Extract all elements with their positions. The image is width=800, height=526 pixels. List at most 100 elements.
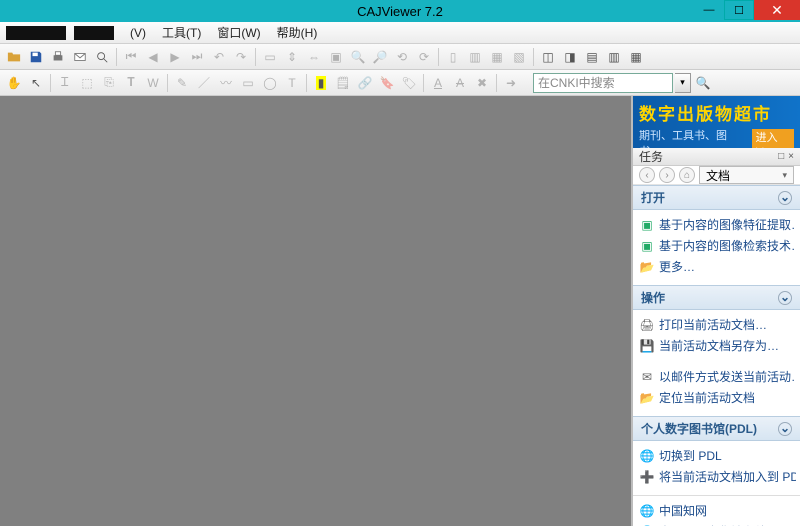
open-icon[interactable] [4, 47, 24, 67]
ops-saveas[interactable]: 💾当前活动文档另存为… [637, 335, 796, 356]
hand-icon[interactable]: ✋ [4, 73, 24, 93]
fit-page-icon[interactable]: ▣ [326, 47, 346, 67]
snapshot-icon[interactable]: ⬚ [77, 73, 97, 93]
curve-icon[interactable]: 〰 [216, 73, 236, 93]
ops-saveas-label: 当前活动文档另存为… [659, 337, 779, 354]
text-annot-icon[interactable]: T [282, 73, 302, 93]
rect-icon[interactable]: ▭ [238, 73, 258, 93]
zoom-out-icon[interactable]: 🔎 [370, 47, 390, 67]
separator [423, 74, 424, 92]
highlight-icon[interactable]: ▮ [311, 73, 331, 93]
footer-link-0[interactable]: 🌐中国知网 [637, 500, 796, 521]
text-select-icon[interactable]: Ꮖ [55, 73, 75, 93]
search-doc-icon[interactable] [92, 47, 112, 67]
menu-tools[interactable]: 工具(T) [154, 24, 209, 41]
panel-4-icon[interactable]: ▥ [604, 47, 624, 67]
panel-2-icon[interactable]: ◨ [560, 47, 580, 67]
stamp-icon[interactable]: 🏷 [399, 73, 419, 93]
copy-icon[interactable]: ⎘ [99, 73, 119, 93]
save-icon[interactable] [26, 47, 46, 67]
main-area: 数字出版物超市 期刊、工具书、图书… 进入>> 任务 □ × ‹ › ⌂ 文档 … [0, 96, 800, 526]
layout-facing-icon[interactable]: ▦ [487, 47, 507, 67]
search-go-icon[interactable]: 🔍 [693, 73, 713, 93]
folder-icon: 📂 [639, 390, 655, 406]
section-open-body: ▣基于内容的图像特征提取… ▣基于内容的图像检索技术… 📂更多… [633, 210, 800, 285]
pencil-icon[interactable]: ✎ [172, 73, 192, 93]
rotate-right-icon[interactable]: ⟳ [414, 47, 434, 67]
ops-mail-label: 以邮件方式发送当前活动… [659, 368, 796, 385]
print-icon[interactable] [48, 47, 68, 67]
search-dropdown[interactable]: ▾ [675, 73, 691, 93]
fit-width-icon[interactable]: ⇔ [304, 47, 324, 67]
open-item-1[interactable]: ▣基于内容的图像检索技术… [637, 235, 796, 256]
pdl-add[interactable]: ➕将当前活动文档加入到 PDL [637, 466, 796, 487]
rotate-left-icon[interactable]: ⟲ [392, 47, 412, 67]
zoom-in-icon[interactable]: 🔍 [348, 47, 368, 67]
panel-3-icon[interactable]: ▤ [582, 47, 602, 67]
nav-dropdown[interactable]: 文档 [699, 166, 794, 184]
nav-fwd-icon[interactable]: ↷ [231, 47, 251, 67]
ocr-icon[interactable]: 𝐓 [121, 73, 141, 93]
send-word-icon[interactable]: W [143, 73, 163, 93]
ellipse-icon[interactable]: ◯ [260, 73, 280, 93]
separator [50, 74, 51, 92]
strike-icon[interactable]: A [450, 73, 470, 93]
note-icon[interactable]: 🗒 [333, 73, 353, 93]
first-page-icon[interactable]: ⏮ [121, 47, 141, 67]
goto-icon[interactable]: ➜ [501, 73, 521, 93]
close-button[interactable]: ✕ [754, 0, 800, 20]
open-item-0[interactable]: ▣基于内容的图像特征提取… [637, 214, 796, 235]
underline-icon[interactable]: A [428, 73, 448, 93]
ops-print[interactable]: 🖨打印当前活动文档… [637, 314, 796, 335]
ops-locate[interactable]: 📂定位当前活动文档 [637, 387, 796, 408]
section-open-header[interactable]: 打开 [633, 185, 800, 210]
open-item-more-label: 更多… [659, 258, 695, 275]
layout-single-icon[interactable]: ▯ [443, 47, 463, 67]
print-icon: 🖨 [639, 317, 655, 333]
delete-annot-icon[interactable]: ✖ [472, 73, 492, 93]
title-bar: CAJViewer 7.2 — ☐ ✕ [0, 0, 800, 22]
section-pdl-body: 🌐切换到 PDL ➕将当前活动文档加入到 PDL [633, 441, 800, 495]
banner[interactable]: 数字出版物超市 期刊、工具书、图书… 进入>> [633, 96, 800, 148]
section-pdl-header[interactable]: 个人数字图书馆(PDL) [633, 416, 800, 441]
ops-print-label: 打印当前活动文档… [659, 316, 767, 333]
separator [167, 74, 168, 92]
ops-mail[interactable]: ✉以邮件方式发送当前活动… [637, 366, 796, 387]
footer-link-1[interactable]: 🌐中国工具书集锦在线 [637, 521, 796, 526]
nav-fwd-icon[interactable]: › [659, 167, 675, 183]
nav-dropdown-label: 文档 [706, 167, 730, 184]
pin-icon[interactable]: □ [778, 151, 784, 162]
bookmark-icon[interactable]: 🔖 [377, 73, 397, 93]
globe-icon: 🌐 [639, 448, 655, 464]
open-item-more[interactable]: 📂更多… [637, 256, 796, 277]
link-icon[interactable]: 🔗 [355, 73, 375, 93]
last-page-icon[interactable]: ⏭ [187, 47, 207, 67]
task-header: 任务 □ × [633, 148, 800, 166]
layout-cont-icon[interactable]: ▥ [465, 47, 485, 67]
fit-height-icon[interactable]: ⇕ [282, 47, 302, 67]
prev-page-icon[interactable]: ◀ [143, 47, 163, 67]
zoom-actual-icon[interactable]: ▭ [260, 47, 280, 67]
menu-view[interactable]: (V) [122, 26, 154, 40]
menu-window[interactable]: 窗口(W) [209, 24, 268, 41]
document-canvas [0, 96, 633, 526]
close-panel-icon[interactable]: × [788, 151, 794, 162]
banner-title: 数字出版物超市 [639, 100, 794, 125]
next-page-icon[interactable]: ▶ [165, 47, 185, 67]
panel-5-icon[interactable]: ▦ [626, 47, 646, 67]
maximize-button[interactable]: ☐ [724, 0, 754, 20]
nav-home-icon[interactable]: ⌂ [679, 167, 695, 183]
minimize-button[interactable]: — [694, 0, 724, 20]
panel-1-icon[interactable]: ◫ [538, 47, 558, 67]
nav-back-icon[interactable]: ‹ [639, 167, 655, 183]
nav-back-icon[interactable]: ↶ [209, 47, 229, 67]
section-ops-header[interactable]: 操作 [633, 285, 800, 310]
line-icon[interactable]: ／ [194, 73, 214, 93]
layout-book-icon[interactable]: ▧ [509, 47, 529, 67]
menu-help[interactable]: 帮助(H) [269, 24, 326, 41]
mail-icon[interactable] [70, 47, 90, 67]
search-input[interactable]: 在CNKI中搜索 [533, 73, 673, 93]
pdl-switch[interactable]: 🌐切换到 PDL [637, 445, 796, 466]
doc-icon: ▣ [639, 217, 655, 233]
pointer-icon[interactable]: ↖ [26, 73, 46, 93]
